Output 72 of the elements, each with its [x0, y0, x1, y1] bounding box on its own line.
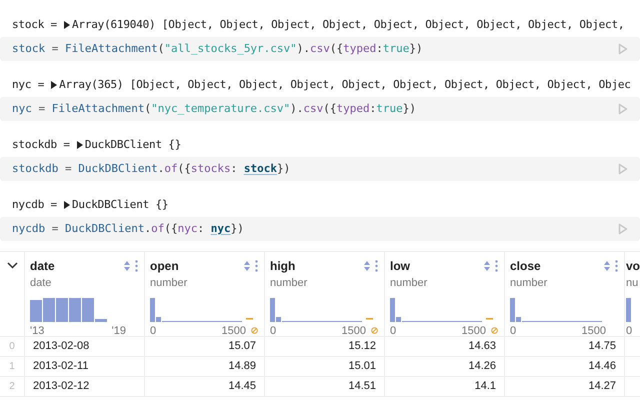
column-name[interactable]: open [150, 257, 244, 275]
run-icon[interactable] [618, 223, 628, 235]
expand-triangle-icon[interactable] [51, 81, 58, 89]
table-cell-text: 14.51 [348, 379, 376, 394]
missing-values-icon [491, 327, 498, 334]
missing-values-icon [371, 327, 378, 334]
more-options-icon[interactable] [255, 260, 258, 272]
run-icon[interactable] [618, 163, 628, 175]
axis-label: 0 [270, 324, 276, 338]
axis-label: 1500 [462, 324, 486, 338]
row-index: 2 [9, 380, 15, 394]
column-name[interactable]: date [30, 257, 124, 275]
column-type: date [30, 276, 52, 291]
variable-name: stockdb = [12, 136, 70, 153]
table-cell-text: 14.1 [474, 379, 496, 394]
column-type: number [390, 276, 428, 291]
sort-icon[interactable] [244, 261, 250, 271]
column-name[interactable]: close [510, 257, 604, 275]
sort-icon[interactable] [484, 261, 490, 271]
axis-label: 1500 [582, 324, 606, 338]
table-cell-text: 14.75 [588, 339, 616, 354]
table-cell-text: 14.63 [468, 339, 496, 354]
column-type: number [510, 276, 548, 291]
axis-label: 1500 [222, 324, 246, 338]
missing-values-icon [251, 327, 258, 334]
column-name[interactable]: low [390, 257, 484, 275]
axis-label: 0 [390, 324, 396, 338]
variable-name: stock = [12, 16, 57, 33]
column-name[interactable]: high [270, 257, 364, 275]
value-summary[interactable]: DuckDBClient {} [84, 136, 182, 154]
value-summary[interactable]: Array(365) [Object, Object, Object, Object, Object, Object, Object, Object, Object, Objec [59, 76, 631, 94]
table-cell-text: 2013-02-11 [33, 359, 88, 374]
column-type: number [150, 276, 188, 291]
table-cell-text: 14.89 [228, 359, 256, 374]
table-cell-text: 15.01 [348, 359, 376, 374]
axis-label: '13 [30, 324, 44, 338]
table-cell-text: 14.27 [588, 379, 616, 394]
expand-triangle-icon[interactable] [76, 141, 83, 149]
table-cell-text: 15.07 [228, 339, 256, 354]
table-cell-text: 15.12 [348, 339, 376, 354]
axis-label: 0 [150, 324, 156, 338]
sort-icon[interactable] [604, 261, 610, 271]
table-cell-text: 14.26 [468, 359, 496, 374]
column-name[interactable]: vo [626, 257, 640, 275]
column-type: nu [626, 276, 638, 291]
more-options-icon[interactable] [615, 260, 618, 272]
run-icon[interactable] [618, 43, 628, 55]
sort-icon[interactable] [364, 261, 370, 271]
more-options-icon[interactable] [495, 260, 498, 272]
axis-label: '19 [112, 324, 126, 338]
column-type: number [270, 276, 308, 291]
table-cell-text: 2013-02-08 [33, 339, 90, 354]
axis-label: 1500 [342, 324, 366, 338]
table-cell-text: 14.46 [588, 359, 616, 374]
table-cell-text: 2013-02-12 [33, 379, 90, 394]
run-icon[interactable] [618, 103, 628, 115]
more-options-icon[interactable] [135, 260, 138, 272]
more-options-icon[interactable] [375, 260, 378, 272]
row-index: 1 [9, 360, 15, 374]
value-summary[interactable]: DuckDBClient {} [72, 196, 168, 214]
variable-name: nycdb = [12, 196, 57, 213]
variable-name: nyc = [12, 76, 44, 93]
row-index: 0 [9, 340, 15, 354]
sort-icon[interactable] [124, 261, 130, 271]
expand-triangle-icon[interactable] [64, 201, 70, 209]
expand-triangle-icon[interactable] [64, 21, 70, 29]
value-summary[interactable]: Array(619040) [Object, Object, Object, Object, Object, Object, Object, Object, Object, [72, 16, 624, 34]
histogram-drawing [626, 296, 631, 322]
axis-label: 0 [510, 324, 516, 338]
table-cell-text: 14.45 [228, 379, 256, 394]
axis-label: 0 [626, 324, 632, 338]
chevron-down-icon[interactable] [6, 262, 18, 269]
